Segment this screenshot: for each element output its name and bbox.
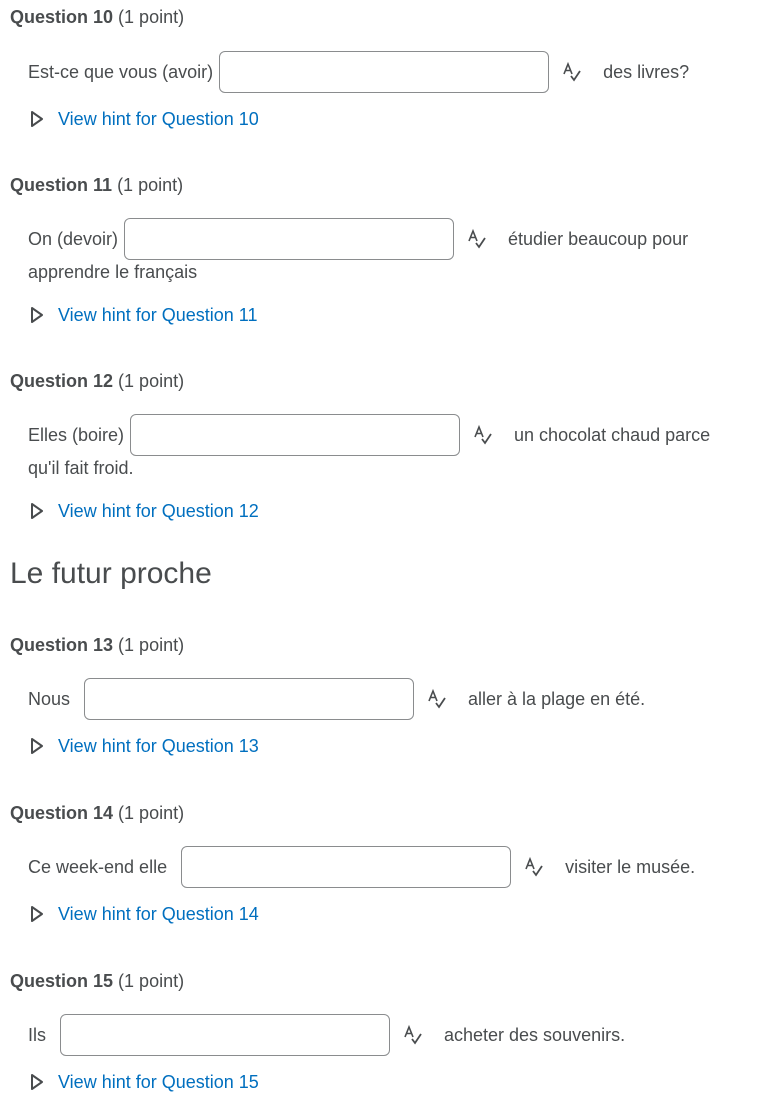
answer-input-q11[interactable] <box>124 218 455 260</box>
triangle-right-icon <box>31 906 43 922</box>
question-number: Question 13 <box>10 635 114 655</box>
answer-input-q12[interactable] <box>130 414 461 456</box>
question-15-body: Ils acheter des souvenirs. <box>28 1014 753 1056</box>
question-points: (1 point) <box>118 371 185 391</box>
triangle-right-icon <box>31 738 43 754</box>
question-points: (1 point) <box>118 803 185 823</box>
prompt-after: étudier beaucoup pour <box>508 229 689 249</box>
hint-link-q10[interactable]: View hint for Question 10 <box>30 108 259 130</box>
question-number: Question 15 <box>10 971 114 991</box>
hint-link-q14[interactable]: View hint for Question 14 <box>30 903 259 925</box>
prompt-after: des livres? <box>603 62 690 82</box>
triangle-right-icon <box>31 111 43 127</box>
question-14-body: Ce week-end elle visiter le musée. <box>28 846 753 888</box>
spellcheck-icon[interactable] <box>402 1024 424 1046</box>
answer-input-q10[interactable] <box>219 51 550 93</box>
prompt-before: Est-ce que vous (avoir) <box>28 62 214 82</box>
prompt-before: Elles (boire) <box>28 425 125 445</box>
spellcheck-icon[interactable] <box>561 61 583 83</box>
question-13-header: Question 13 (1 point) <box>10 634 184 656</box>
hint-link-q11[interactable]: View hint for Question 11 <box>30 304 257 326</box>
question-13-body: Nous aller à la plage en été. <box>28 678 753 720</box>
hint-label: View hint for Question 15 <box>58 1072 259 1092</box>
hint-label: View hint for Question 10 <box>58 109 259 129</box>
prompt-after: un chocolat chaud parce <box>514 425 711 445</box>
hint-link-q12[interactable]: View hint for Question 12 <box>30 500 259 522</box>
answer-input-q15[interactable] <box>60 1014 390 1056</box>
hint-label: View hint for Question 14 <box>58 904 259 924</box>
question-number: Question 11 <box>10 175 113 195</box>
question-14-header: Question 14 (1 point) <box>10 802 184 824</box>
hint-label: View hint for Question 11 <box>58 305 258 325</box>
question-points: (1 point) <box>118 635 185 655</box>
question-12-body: Elles (boire) un chocolat chaud parce <box>28 414 753 456</box>
hint-label: View hint for Question 12 <box>58 501 259 521</box>
answer-input-q14[interactable] <box>181 846 512 888</box>
spellcheck-icon[interactable] <box>426 688 448 710</box>
question-15-header: Question 15 (1 point) <box>10 970 184 992</box>
question-11-body: On (devoir) étudier beaucoup pour <box>28 218 753 260</box>
question-points: (1 point) <box>118 7 185 27</box>
prompt-before: On (devoir) <box>28 229 119 249</box>
prompt-before: Ce week-end elle <box>28 857 168 877</box>
spellcheck-icon[interactable] <box>466 228 488 250</box>
prompt-after: visiter le musée. <box>565 857 696 877</box>
question-10-header: Question 10 (1 point) <box>10 6 184 28</box>
triangle-right-icon <box>31 307 43 323</box>
prompt-continuation: qu'il fait froid. <box>28 458 134 478</box>
question-number: Question 12 <box>10 371 114 391</box>
prompt-continuation: apprendre le français <box>28 262 198 282</box>
prompt-before: Ils <box>28 1025 46 1045</box>
section-title: Le futur proche <box>10 557 212 590</box>
question-number: Question 10 <box>10 7 114 27</box>
question-points: (1 point) <box>118 971 185 991</box>
question-number: Question 14 <box>10 803 114 823</box>
triangle-right-icon <box>31 503 43 519</box>
hint-label: View hint for Question 13 <box>58 736 259 756</box>
prompt-after: aller à la plage en été. <box>468 689 646 709</box>
question-12-header: Question 12 (1 point) <box>10 370 184 392</box>
spellcheck-icon[interactable] <box>523 856 545 878</box>
question-10-body: Est-ce que vous (avoir) des livres? <box>28 51 753 93</box>
prompt-after: acheter des souvenirs. <box>444 1025 626 1045</box>
hint-link-q15[interactable]: View hint for Question 15 <box>30 1071 259 1093</box>
triangle-right-icon <box>31 1074 43 1090</box>
hint-link-q13[interactable]: View hint for Question 13 <box>30 735 259 757</box>
question-points: (1 point) <box>117 175 184 195</box>
answer-input-q13[interactable] <box>84 678 415 720</box>
question-11-header: Question 11 (1 point) <box>10 174 183 196</box>
spellcheck-icon[interactable] <box>472 424 494 446</box>
prompt-before: Nous <box>28 689 71 709</box>
